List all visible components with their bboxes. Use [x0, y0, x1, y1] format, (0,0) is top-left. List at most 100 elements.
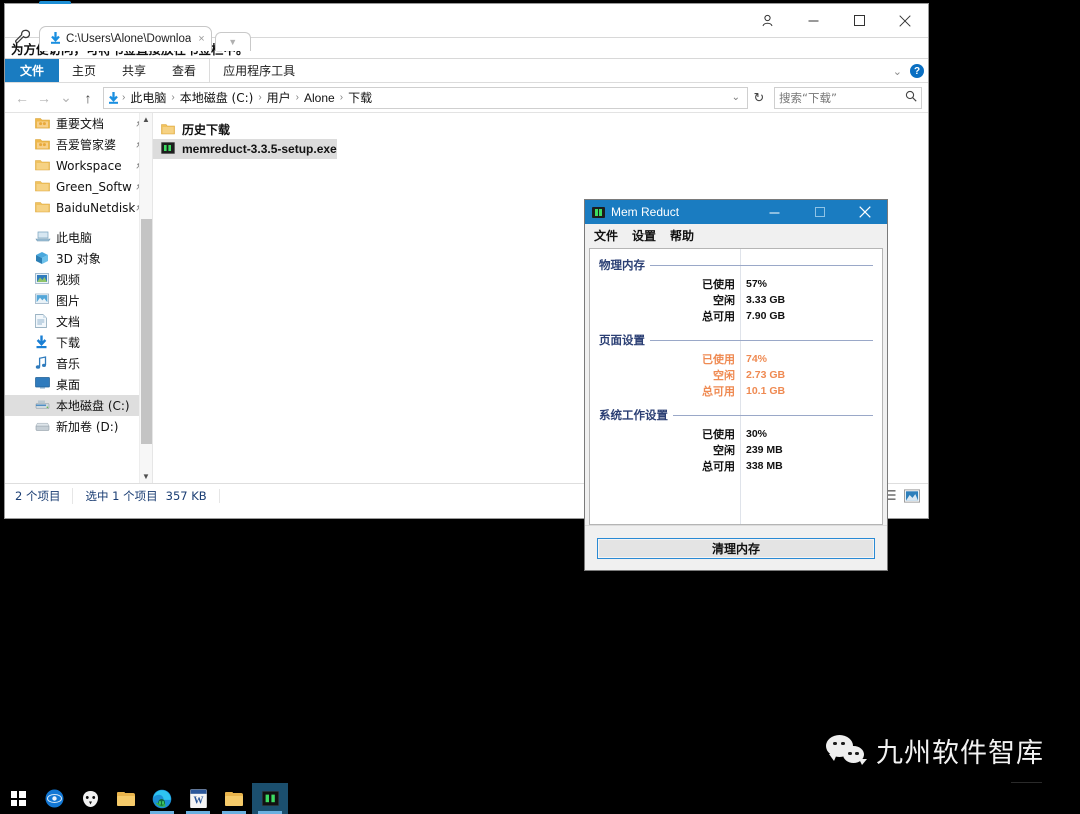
videos-icon: [35, 272, 50, 287]
sidebar-item-0[interactable]: 重要文档: [5, 113, 152, 134]
file-list-item[interactable]: 历史下载: [153, 119, 230, 139]
breadcrumb-item-c-drive[interactable]: 本地磁盘 (C:): [178, 89, 256, 106]
address-bar-row: ← → ⌄ ↑ › 此电脑 › 本地磁盘 (C:) › 用户 › Alone ›…: [5, 83, 928, 113]
search-box[interactable]: [774, 86, 922, 109]
large-icons-view-icon[interactable]: [904, 488, 920, 504]
taskbar-item-file-explorer[interactable]: [108, 783, 144, 814]
sidebar-item-9[interactable]: 文档: [5, 311, 152, 332]
3d-objects-icon: [35, 251, 50, 266]
mem-reduct-menu-bar: 文件 设置 帮助: [585, 224, 887, 246]
forward-button[interactable]: →: [33, 86, 55, 110]
sidebar-item-5[interactable]: 此电脑: [5, 227, 152, 248]
taskbar-item-mem-reduct[interactable]: [252, 783, 288, 814]
new-tab-button[interactable]: ▼: [214, 32, 251, 51]
blue-circle-app-icon: [45, 789, 64, 808]
tab-close-icon[interactable]: ×: [198, 33, 204, 45]
taskbar-item-start[interactable]: [0, 783, 36, 814]
sidebar-item-14[interactable]: 新加卷 (D:): [5, 416, 152, 437]
scroll-up-arrow-icon[interactable]: ▲: [140, 113, 152, 126]
navigation-pane: 重要文档 吾爱管家婆 Workspace Green_Softw BaiduNetdis…: [5, 113, 153, 483]
section-rows: 已使用 57% 空闲 3.33 GB 总可用 7.90 GB: [590, 276, 882, 324]
mem-reduct-minimize-button[interactable]: [752, 200, 797, 224]
breadcrumb-item-this-pc[interactable]: 此电脑: [128, 89, 168, 106]
folder-icon: [225, 791, 243, 806]
mem-reduct-icon: [592, 206, 605, 218]
wrench-icon[interactable]: [5, 23, 39, 50]
sidebar-item-1[interactable]: 吾爱管家婆: [5, 134, 152, 155]
memory-section-1: 页面设置 已使用 74% 空闲 2.73 GB 总可用 10.1 GB: [590, 332, 882, 399]
exe-file-icon: [161, 141, 176, 157]
sidebar-item-label: 3D 对象: [56, 252, 101, 266]
sidebar-item-label: 文档: [56, 315, 81, 329]
file-list-item[interactable]: memreduct-3.3.5-setup.exe: [153, 139, 337, 159]
stat-value: 57%: [746, 278, 768, 290]
sidebar-item-7[interactable]: 视频: [5, 269, 152, 290]
folder-icon: [35, 200, 50, 215]
search-input[interactable]: [779, 90, 905, 105]
stat-row: 已使用 30%: [590, 426, 882, 442]
mem-reduct-close-button[interactable]: [842, 200, 887, 224]
ribbon-tab-file[interactable]: 文件: [5, 59, 60, 82]
download-arrow-icon: [50, 32, 61, 46]
sidebar-item-11[interactable]: 音乐: [5, 353, 152, 374]
sidebar-item-6[interactable]: 3D 对象: [5, 248, 152, 269]
menu-item-settings[interactable]: 设置: [632, 227, 656, 244]
breadcrumb-item-alone[interactable]: Alone: [302, 91, 337, 105]
sidebar-item-label: 图片: [56, 294, 81, 308]
up-button[interactable]: ↑: [77, 86, 99, 110]
taskbar-item-word[interactable]: W: [180, 783, 216, 814]
sidebar-item-label: BaiduNetdisk: [56, 200, 136, 215]
address-dropdown-icon[interactable]: ⌄: [732, 92, 743, 103]
section-title: 系统工作设置: [599, 408, 668, 422]
stat-row: 已使用 74%: [590, 351, 882, 367]
sidebar-item-4[interactable]: BaiduNetdisk: [5, 197, 152, 218]
ribbon-tab-home[interactable]: 主页: [59, 59, 109, 82]
stat-row: 空闲 3.33 GB: [590, 292, 882, 308]
taskbar-items: W: [0, 783, 1080, 814]
ribbon-tab-view[interactable]: 查看: [159, 59, 209, 82]
sidebar-item-3[interactable]: Green_Softw: [5, 176, 152, 197]
address-breadcrumb-bar[interactable]: › 此电脑 › 本地磁盘 (C:) › 用户 › Alone › 下载 ⌄: [103, 86, 748, 109]
menu-item-file[interactable]: 文件: [594, 227, 618, 244]
ribbon-tab-share[interactable]: 共享: [109, 59, 159, 82]
stat-value: 74%: [746, 353, 768, 365]
account-icon[interactable]: [744, 4, 790, 37]
search-icon[interactable]: [905, 90, 917, 105]
sidebar-item-8[interactable]: 图片: [5, 290, 152, 311]
menu-item-help[interactable]: 帮助: [670, 227, 694, 244]
minimize-button[interactable]: [790, 4, 836, 37]
music-icon: [35, 356, 50, 371]
sidebar-item-label: 新加卷 (D:): [56, 420, 119, 434]
mem-reduct-maximize-button[interactable]: [797, 200, 842, 224]
taskbar-item-file-explorer-2[interactable]: [216, 783, 252, 814]
sidebar-item-12[interactable]: 桌面: [5, 374, 152, 395]
refresh-button[interactable]: ↻: [748, 87, 770, 109]
sidebar-item-10[interactable]: 下载: [5, 332, 152, 353]
scrollbar-thumb[interactable]: [141, 219, 152, 444]
sidebar-item-2[interactable]: Workspace: [5, 155, 152, 176]
stat-value: 10.1 GB: [746, 385, 786, 397]
ribbon-tab-app-tools[interactable]: 应用程序工具: [209, 59, 308, 82]
breadcrumb-item-users[interactable]: 用户: [265, 89, 293, 106]
breadcrumb-sep: ›: [295, 92, 300, 103]
stat-label: 总可用: [702, 310, 735, 323]
recent-locations-button[interactable]: ⌄: [55, 86, 77, 110]
sidebar-item-13[interactable]: 本地磁盘 (C:): [5, 395, 152, 416]
scroll-down-arrow-icon[interactable]: ▼: [140, 470, 152, 483]
taskbar-item-app-blue[interactable]: [36, 783, 72, 814]
navigation-pane-scrollbar[interactable]: ▲ ▼: [139, 113, 152, 483]
breadcrumb-item-downloads[interactable]: 下载: [346, 89, 374, 106]
chevron-down-icon[interactable]: ⌄: [893, 65, 902, 78]
desktop-icon: [35, 377, 50, 392]
help-icon[interactable]: ?: [910, 64, 924, 78]
section-rows: 已使用 74% 空闲 2.73 GB 总可用 10.1 GB: [590, 351, 882, 399]
taskbar-item-browser[interactable]: [144, 783, 180, 814]
taskbar-item-app-alienware[interactable]: [72, 783, 108, 814]
system-drive-icon: [35, 398, 50, 413]
maximize-button[interactable]: [836, 4, 882, 37]
browser-tab[interactable]: C:\Users\Alone\Downloa ×: [39, 26, 212, 51]
back-button[interactable]: ←: [11, 86, 33, 110]
clean-memory-button[interactable]: 清理内存: [597, 537, 875, 559]
close-button[interactable]: [882, 4, 928, 37]
sidebar-item-label: 本地磁盘 (C:): [56, 399, 130, 413]
